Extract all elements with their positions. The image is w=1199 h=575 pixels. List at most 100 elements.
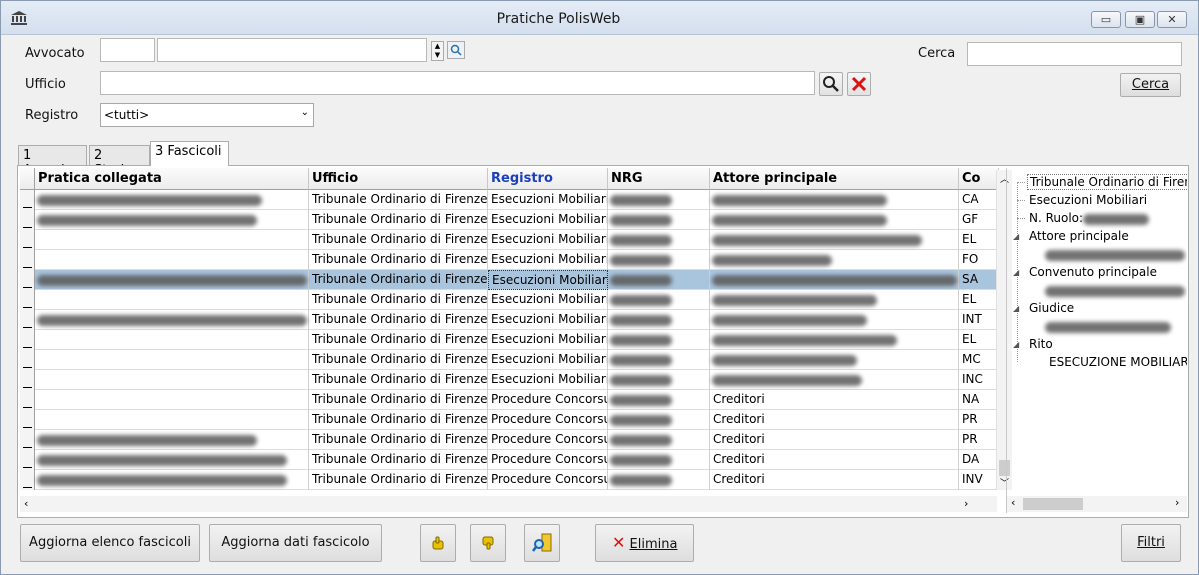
scroll-left-icon[interactable]: ‹ [1011,496,1015,509]
ufficio-input[interactable] [100,71,815,95]
tree-node-rito-value[interactable]: ESECUZIONE MOBILIARE [1049,355,1187,369]
grid-horizontal-scrollbar[interactable]: ‹ › [20,496,997,512]
cell-registro[interactable]: Procedure Concorsuali [488,410,608,430]
cell-co[interactable]: INV [959,470,999,490]
cell-co[interactable]: INT [959,310,999,330]
table-row[interactable]: Tribunale Ordinario di Firenze Esecuzioni… [20,310,999,330]
cell-attore[interactable]: Creditori [710,450,959,470]
cell-co[interactable]: SA [959,270,999,290]
cell-ufficio[interactable]: Tribunale Ordinario di Firenze [309,270,488,290]
cell-attore[interactable]: Creditori [710,470,959,490]
expand-icon[interactable]: ◢ [1013,340,1019,349]
cell-registro[interactable]: Esecuzioni Mobiliari [488,250,608,270]
ufficio-search-icon[interactable] [819,72,843,96]
table-row[interactable]: Tribunale Ordinario di Firenze Procedure … [20,450,999,470]
elimina-button[interactable]: ✕ Elimina [595,524,694,562]
row-header[interactable] [20,290,35,310]
cell-pratica[interactable] [35,390,309,410]
table-row[interactable]: Tribunale Ordinario di Firenze Procedure … [20,410,999,430]
col-header-co[interactable]: Co [959,168,999,190]
tree-node-giudice[interactable]: Giudice [1029,301,1074,315]
expand-icon[interactable]: ◢ [1013,268,1019,277]
cell-ufficio[interactable]: Tribunale Ordinario di Firenze [309,310,488,330]
cell-registro[interactable]: Esecuzioni Mobiliari [488,210,608,230]
move-up-button[interactable] [420,524,456,562]
row-header[interactable] [20,310,35,330]
search-files-button[interactable] [524,524,560,562]
filtri-button[interactable]: Filtri [1121,524,1181,562]
cell-pratica[interactable] [35,370,309,390]
move-down-button[interactable] [470,524,506,562]
tree-horizontal-scrollbar[interactable]: ‹ › [1007,496,1187,512]
table-row[interactable]: Tribunale Ordinario di Firenze Procedure … [20,470,999,490]
aggiorna-elenco-button[interactable]: Aggiorna elenco fascicoli [20,524,200,562]
tree-node-root[interactable]: Tribunale Ordinario di Firenze [1027,174,1187,190]
cell-co[interactable]: INC [959,370,999,390]
cerca-button[interactable]: Cerca [1120,73,1181,97]
table-row[interactable]: Tribunale Ordinario di Firenze Esecuzioni… [20,350,999,370]
cell-co[interactable]: EL [959,330,999,350]
cell-registro[interactable]: Esecuzioni Mobiliari [488,270,608,290]
row-header[interactable] [20,190,35,210]
cell-registro[interactable]: Procedure Concorsuali [488,430,608,450]
row-header[interactable] [20,410,35,430]
row-header[interactable] [20,470,35,490]
cell-ufficio[interactable]: Tribunale Ordinario di Firenze [309,210,488,230]
scroll-thumb[interactable] [1023,498,1083,510]
table-row[interactable]: Tribunale Ordinario di Firenze Esecuzioni… [20,210,999,230]
table-row[interactable]: Tribunale Ordinario di Firenze Esecuzioni… [20,270,999,290]
cell-registro[interactable]: Esecuzioni Mobiliari [488,310,608,330]
cell-ufficio[interactable]: Tribunale Ordinario di Firenze [309,430,488,450]
cell-co[interactable]: CA [959,190,999,210]
cell-co[interactable]: GF [959,210,999,230]
cell-pratica[interactable] [35,250,309,270]
cerca-input[interactable] [967,42,1182,66]
row-header[interactable] [20,210,35,230]
cell-attore[interactable]: Creditori [710,390,959,410]
row-header[interactable] [20,230,35,250]
row-header[interactable] [20,350,35,370]
table-row[interactable]: Tribunale Ordinario di Firenze Esecuzioni… [20,250,999,270]
cell-ufficio[interactable]: Tribunale Ordinario di Firenze [309,390,488,410]
cell-registro[interactable]: Esecuzioni Mobiliari [488,330,608,350]
table-row[interactable]: Tribunale Ordinario di Firenze Esecuzioni… [20,330,999,350]
tab-storico[interactable]: 2 Storico [89,145,150,178]
maximize-button[interactable]: ▣ [1125,11,1155,28]
tree-node-esecuzioni[interactable]: Esecuzioni Mobiliari [1029,193,1147,207]
tree-node-convenuto[interactable]: Convenuto principale [1029,265,1157,279]
cell-ufficio[interactable]: Tribunale Ordinario di Firenze [309,450,488,470]
cell-ufficio[interactable]: Tribunale Ordinario di Firenze [309,290,488,310]
avvocato-name-input[interactable] [157,38,427,62]
cell-pratica[interactable] [35,290,309,310]
scroll-right-icon[interactable]: › [964,497,968,510]
col-header-registro[interactable]: Registro [488,168,608,190]
cell-pratica[interactable] [35,350,309,370]
table-row[interactable]: Tribunale Ordinario di Firenze Procedure … [20,430,999,450]
cell-ufficio[interactable]: Tribunale Ordinario di Firenze [309,190,488,210]
cell-registro[interactable]: Esecuzioni Mobiliari [488,290,608,310]
avvocato-spinner[interactable]: ▲ ▼ [431,41,444,61]
cell-registro[interactable]: Esecuzioni Mobiliari [488,350,608,370]
close-button[interactable]: ✕ [1157,11,1187,28]
cell-pratica[interactable] [35,410,309,430]
registro-select[interactable]: <tutti> ⌄ [100,103,314,127]
cell-pratica[interactable] [35,330,309,350]
cell-attore[interactable]: Creditori [710,410,959,430]
cell-co[interactable]: PR [959,430,999,450]
aggiorna-dati-button[interactable]: Aggiorna dati fascicolo [209,524,382,562]
tree-node-attore[interactable]: Attore principale [1029,229,1129,243]
cell-ufficio[interactable]: Tribunale Ordinario di Firenze [309,330,488,350]
cell-ufficio[interactable]: Tribunale Ordinario di Firenze [309,250,488,270]
details-tree[interactable]: Tribunale Ordinario di Firenze Esecuzion… [1006,168,1187,513]
cell-registro[interactable]: Procedure Concorsuali [488,470,608,490]
col-header-ufficio[interactable]: Ufficio [309,168,488,190]
col-header-attore[interactable]: Attore principale [710,168,959,190]
avvocato-code-input[interactable] [100,38,155,62]
row-header[interactable] [20,250,35,270]
table-row[interactable]: Tribunale Ordinario di Firenze Esecuzioni… [20,370,999,390]
cell-registro[interactable]: Esecuzioni Mobiliari [488,230,608,250]
cell-registro[interactable]: Esecuzioni Mobiliari [488,370,608,390]
expand-icon[interactable]: ◢ [1013,304,1019,313]
tab-agenda[interactable]: 1 Agenda [18,145,87,178]
col-header-pratica[interactable]: Pratica collegata [35,168,309,190]
